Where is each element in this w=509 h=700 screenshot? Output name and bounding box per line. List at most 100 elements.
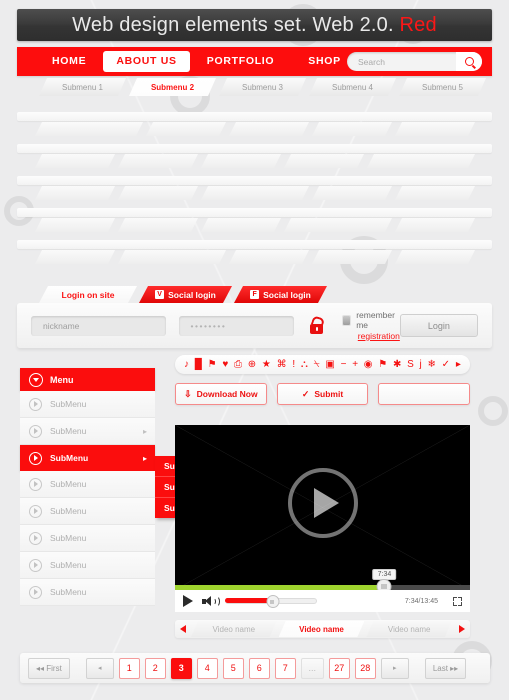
remember-me-checkbox[interactable]: [342, 315, 351, 325]
username-input[interactable]: nickname: [31, 315, 166, 336]
content-row-segment[interactable]: [395, 186, 475, 200]
content-row-bar[interactable]: [17, 208, 492, 217]
search-input[interactable]: Search: [347, 57, 456, 67]
printer-icon[interactable]: ⎙: [234, 359, 242, 370]
submenu-tab-2[interactable]: Submenu 2: [129, 78, 216, 96]
submenu-tab-1[interactable]: Submenu 1: [39, 78, 126, 96]
fullscreen-icon[interactable]: [453, 596, 462, 606]
pagination-page-28[interactable]: 28: [354, 657, 376, 679]
content-row-segment[interactable]: [229, 122, 309, 136]
check-icon[interactable]: ✓: [442, 359, 450, 370]
pagination-page-27[interactable]: 27: [328, 657, 350, 679]
sidebar-item-6[interactable]: SubMenu: [20, 552, 155, 579]
volume-slider[interactable]: [225, 595, 317, 608]
dollar-icon[interactable]: S: [407, 359, 414, 370]
content-row-segment[interactable]: [395, 218, 475, 232]
video-tab-2[interactable]: Video name: [279, 621, 365, 637]
nav-item-home[interactable]: HOME: [35, 47, 103, 76]
content-row-segment[interactable]: [35, 154, 115, 168]
trash-icon[interactable]: ⍀: [314, 359, 320, 370]
pagination-page-3[interactable]: 3: [170, 657, 192, 679]
video-screen[interactable]: 7:34: [175, 425, 470, 590]
download-now-button[interactable]: ⇩ Download Now: [175, 383, 267, 405]
sidebar-item-5[interactable]: SubMenu: [20, 525, 155, 552]
login-button[interactable]: Login: [399, 314, 479, 337]
content-row-segment[interactable]: [312, 186, 392, 200]
empty-button[interactable]: [378, 383, 471, 405]
content-row-bar[interactable]: [17, 176, 492, 185]
content-row-segment[interactable]: [146, 122, 226, 136]
content-row-bar[interactable]: [17, 112, 492, 121]
pagination-page-7[interactable]: 7: [274, 657, 296, 679]
pagination-page-4[interactable]: 4: [196, 657, 218, 679]
content-row-segment[interactable]: [395, 250, 475, 264]
video-camera-icon[interactable]: ⌘: [277, 359, 287, 370]
globe-icon[interactable]: ⊕: [248, 359, 256, 370]
sidebar-item-7[interactable]: SubMenu: [20, 579, 155, 606]
submenu-tab-5[interactable]: Submenu 5: [399, 78, 486, 96]
content-row-segment[interactable]: [229, 250, 309, 264]
info-icon[interactable]: j: [420, 359, 422, 370]
content-row-segment[interactable]: [35, 218, 115, 232]
arrow-right-icon[interactable]: ▸: [456, 359, 461, 370]
progress-handle[interactable]: [376, 579, 392, 590]
play-overlay-button[interactable]: [287, 467, 358, 538]
pagination-next-button[interactable]: ▸: [380, 657, 409, 679]
content-row-segment[interactable]: [118, 250, 226, 264]
play-icon[interactable]: [183, 595, 193, 607]
content-row-segment[interactable]: [118, 186, 198, 200]
content-row-segment[interactable]: [201, 186, 309, 200]
content-row-segment[interactable]: [284, 218, 392, 232]
nav-item-portfolio[interactable]: PORTFOLIO: [190, 47, 292, 76]
content-row-segment[interactable]: [395, 122, 475, 136]
exclamation-icon[interactable]: !: [292, 359, 295, 370]
login-tab-site[interactable]: Login on site: [39, 286, 137, 303]
speaker-icon[interactable]: [202, 595, 220, 607]
search-button[interactable]: [456, 52, 482, 71]
pagination-page-5[interactable]: 5: [222, 657, 244, 679]
content-row-segment[interactable]: [367, 154, 475, 168]
registration-link[interactable]: registration: [358, 331, 400, 341]
eye-icon[interactable]: ◉: [364, 359, 373, 370]
submenu-tab-3[interactable]: Submenu 3: [219, 78, 306, 96]
user-icon[interactable]: ⛬: [301, 359, 308, 370]
content-row-segment[interactable]: [35, 122, 143, 136]
minus-icon[interactable]: −: [341, 359, 347, 370]
submit-button[interactable]: ✓ Submit: [276, 383, 369, 405]
pagination-last-button[interactable]: Last ▸▸: [424, 657, 467, 679]
content-row-segment[interactable]: [35, 250, 115, 264]
content-row-segment[interactable]: [35, 186, 115, 200]
unlock-icon[interactable]: [310, 315, 326, 334]
volume-handle[interactable]: [266, 595, 280, 608]
pagination-page-2[interactable]: 2: [144, 657, 166, 679]
content-row-segment[interactable]: [118, 218, 198, 232]
plus-icon[interactable]: +: [352, 359, 358, 370]
sidebar-item-1[interactable]: SubMenu ▸: [20, 418, 155, 445]
music-note-icon[interactable]: ♪: [184, 359, 189, 370]
pushpin-icon[interactable]: ⚑: [378, 359, 387, 370]
content-row-segment[interactable]: [312, 250, 392, 264]
content-row-segment[interactable]: [201, 154, 281, 168]
pagination-prev-button[interactable]: ◂: [85, 657, 114, 679]
content-row-bar[interactable]: [17, 240, 492, 249]
content-row-bar[interactable]: [17, 144, 492, 153]
video-tab-1[interactable]: Video name: [191, 621, 277, 637]
video-tab-3[interactable]: Video name: [366, 621, 452, 637]
bar-chart-icon[interactable]: █: [195, 359, 202, 370]
pagination-page-6[interactable]: 6: [248, 657, 270, 679]
video-tabs-next-button[interactable]: [454, 625, 470, 633]
password-input[interactable]: ••••••••: [178, 315, 295, 336]
content-row-segment[interactable]: [312, 122, 392, 136]
star-icon[interactable]: ★: [262, 359, 271, 370]
tag-icon[interactable]: ⚑: [208, 359, 217, 370]
save-icon[interactable]: ▣: [325, 359, 334, 370]
login-tab-social-fb[interactable]: F Social login: [234, 286, 327, 303]
content-row-segment[interactable]: [284, 154, 364, 168]
video-tabs-prev-button[interactable]: [175, 625, 191, 633]
sidebar-item-2[interactable]: SubMenu ▸: [20, 445, 155, 471]
progress-track[interactable]: [175, 585, 470, 590]
heart-icon[interactable]: ♥: [222, 359, 228, 370]
nav-item-about-us[interactable]: ABOUT US: [103, 51, 190, 72]
snowflake-icon[interactable]: ❄: [428, 359, 436, 370]
pagination-first-button[interactable]: ◂◂ First: [28, 657, 70, 679]
